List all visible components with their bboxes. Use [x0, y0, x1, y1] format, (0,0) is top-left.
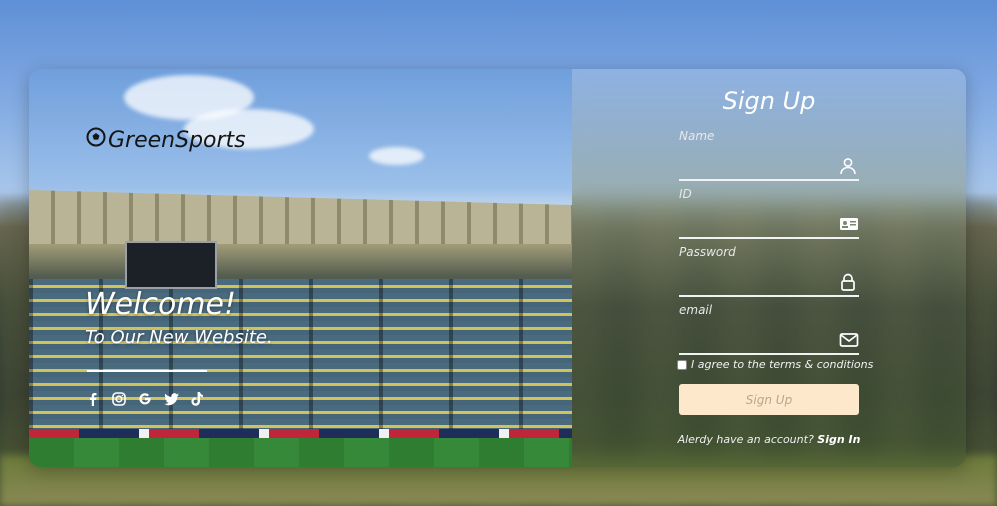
terms-checkbox-row[interactable]: I agree to the terms & conditions: [677, 358, 873, 371]
id-label: ID: [679, 187, 692, 201]
name-input[interactable]: [679, 153, 829, 179]
account-prompt-text: Alerdy have an account?: [677, 433, 814, 446]
soccer-ball-icon: [86, 127, 106, 153]
signin-prompt: Alerdy have an account? Sign In: [572, 433, 966, 446]
password-field-group: Password: [679, 245, 859, 297]
lock-icon: [839, 273, 857, 291]
brand-name: GreenSports: [108, 127, 246, 153]
advertising-boards: [29, 429, 572, 438]
name-label: Name: [679, 129, 715, 143]
mail-icon: [839, 331, 859, 349]
id-input[interactable]: [679, 211, 829, 237]
email-input[interactable]: [679, 327, 829, 353]
password-field-row: [679, 269, 859, 297]
email-field-row: [679, 327, 859, 355]
brand-logo[interactable]: GreenSports: [86, 127, 246, 153]
facebook-icon[interactable]: [85, 391, 101, 407]
stadium-roof: [29, 190, 572, 244]
stadium-photo-panel: GreenSports Welcome! To Our New Website.: [29, 69, 572, 467]
password-input[interactable]: [679, 269, 829, 295]
social-links: [85, 391, 205, 407]
terms-checkbox[interactable]: [677, 359, 687, 370]
signup-card: GreenSports Welcome! To Our New Website.: [29, 69, 966, 467]
signin-link[interactable]: Sign In: [817, 433, 860, 446]
pitch: [29, 438, 572, 467]
password-label: Password: [679, 245, 736, 259]
name-field-group: Name: [679, 129, 859, 181]
divider: [87, 370, 207, 372]
instagram-icon[interactable]: [111, 391, 127, 407]
google-icon[interactable]: [137, 391, 153, 407]
form-title: Sign Up: [722, 87, 816, 115]
twitter-icon[interactable]: [163, 391, 179, 407]
id-field-row: [679, 211, 859, 239]
welcome-heading: Welcome!: [85, 287, 237, 322]
scoreboard-screen: [125, 241, 217, 289]
id-field-group: ID: [679, 187, 859, 239]
email-field-group: email: [679, 303, 859, 355]
name-field-row: [679, 153, 859, 181]
signup-form-panel: Sign Up Name ID Password email I agree t…: [572, 69, 966, 467]
welcome-tagline: To Our New Website.: [85, 327, 273, 348]
tiktok-icon[interactable]: [189, 391, 205, 407]
email-label: email: [679, 303, 713, 317]
signup-button[interactable]: Sign Up: [679, 384, 859, 415]
cloud: [369, 147, 424, 165]
user-icon: [839, 157, 857, 175]
terms-label: I agree to the terms & conditions: [691, 358, 874, 371]
id-card-icon: [839, 215, 858, 233]
